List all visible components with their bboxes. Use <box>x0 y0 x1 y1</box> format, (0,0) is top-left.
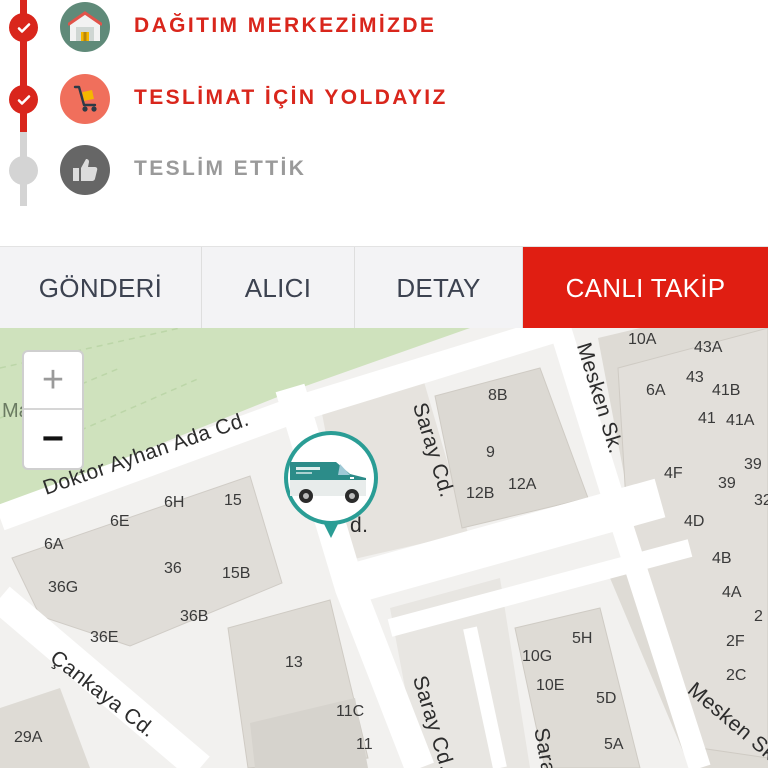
tab-live-tracking[interactable]: CANLI TAKİP <box>523 247 768 329</box>
tab-live-tracking-label: CANLI TAKİP <box>565 272 726 303</box>
tab-recipient[interactable]: ALICI <box>202 247 355 329</box>
building-number: 39 <box>718 475 736 492</box>
building-number: 10A <box>628 331 657 348</box>
building-number: 12A <box>508 476 537 493</box>
building-number: 13 <box>285 654 303 671</box>
building-number: 36 <box>164 560 182 577</box>
live-map[interactable]: Ma Parkı Doktor Ayhan Ada Cd. Saray Cd. … <box>0 328 768 768</box>
check-icon <box>9 13 38 42</box>
tab-detail[interactable]: DETAY <box>355 247 523 329</box>
building-number: 5A <box>604 736 624 753</box>
building-number: 2F <box>726 633 745 650</box>
building-number: 43 <box>686 369 704 386</box>
tracking-tabs: GÖNDERİ ALICI DETAY CANLI TAKİP <box>0 246 768 329</box>
delivery-cart-icon <box>60 74 110 124</box>
building-number: 43A <box>694 339 723 356</box>
courier-location-pin[interactable] <box>282 428 380 550</box>
building-number: 6A <box>44 536 64 553</box>
building-number: 39 <box>744 456 762 473</box>
step-label-on-the-way: TESLİMAT İÇİN YOLDAYIZ <box>134 86 448 109</box>
tab-shipment-label: GÖNDERİ <box>38 272 163 303</box>
building-number: 29A <box>14 729 43 746</box>
building-number: 4B <box>712 550 732 567</box>
building-number: 8B <box>488 387 508 404</box>
delivery-timeline: DAĞITIM MERKEZİMİZDE TESLİMAT İÇİN YOLDA… <box>0 0 768 246</box>
zoom-in-button[interactable]: + <box>24 352 82 410</box>
building-number: 15 <box>224 492 242 509</box>
building-number: 6E <box>110 513 130 530</box>
building-number: 4D <box>684 513 705 530</box>
building-number: 11 <box>356 736 373 753</box>
building-number: 12B <box>466 485 495 502</box>
pending-step-dot <box>9 156 38 185</box>
zoom-out-button[interactable]: − <box>24 410 82 468</box>
building-number: 10E <box>536 677 565 694</box>
building-number: 4A <box>722 584 742 601</box>
building-number: 6A <box>646 382 666 399</box>
building-number: 36B <box>180 608 209 625</box>
building-number: 36G <box>48 579 79 596</box>
building-number: 41A <box>726 412 755 429</box>
building-number: 36E <box>90 629 119 646</box>
tab-shipment[interactable]: GÖNDERİ <box>0 247 202 329</box>
building-number: 41B <box>712 382 741 399</box>
building-number: 9 <box>486 444 495 461</box>
building-number: 2C <box>726 667 747 684</box>
building-number: 5H <box>572 630 593 647</box>
building-number: 10G <box>522 648 553 665</box>
check-icon <box>9 85 38 114</box>
building-number: 5D <box>596 690 617 707</box>
building-number: 15B <box>222 565 251 582</box>
thumbs-up-icon <box>60 145 110 195</box>
step-label-delivered: TESLİM ETTİK <box>134 157 307 180</box>
building-number: 4F <box>664 465 683 482</box>
warehouse-icon <box>60 2 110 52</box>
step-label-distribution: DAĞITIM MERKEZİMİZDE <box>134 14 437 37</box>
building-number: 41 <box>698 410 716 427</box>
tab-recipient-label: ALICI <box>244 272 312 303</box>
building-number: 6H <box>164 494 185 511</box>
zoom-control: + − <box>22 350 84 470</box>
tracking-screen: DAĞITIM MERKEZİMİZDE TESLİMAT İÇİN YOLDA… <box>0 0 768 768</box>
building-number: 32 <box>754 492 768 509</box>
building-number: 11C <box>336 703 365 720</box>
tab-detail-label: DETAY <box>396 272 481 303</box>
building-number: 2 <box>754 608 763 625</box>
